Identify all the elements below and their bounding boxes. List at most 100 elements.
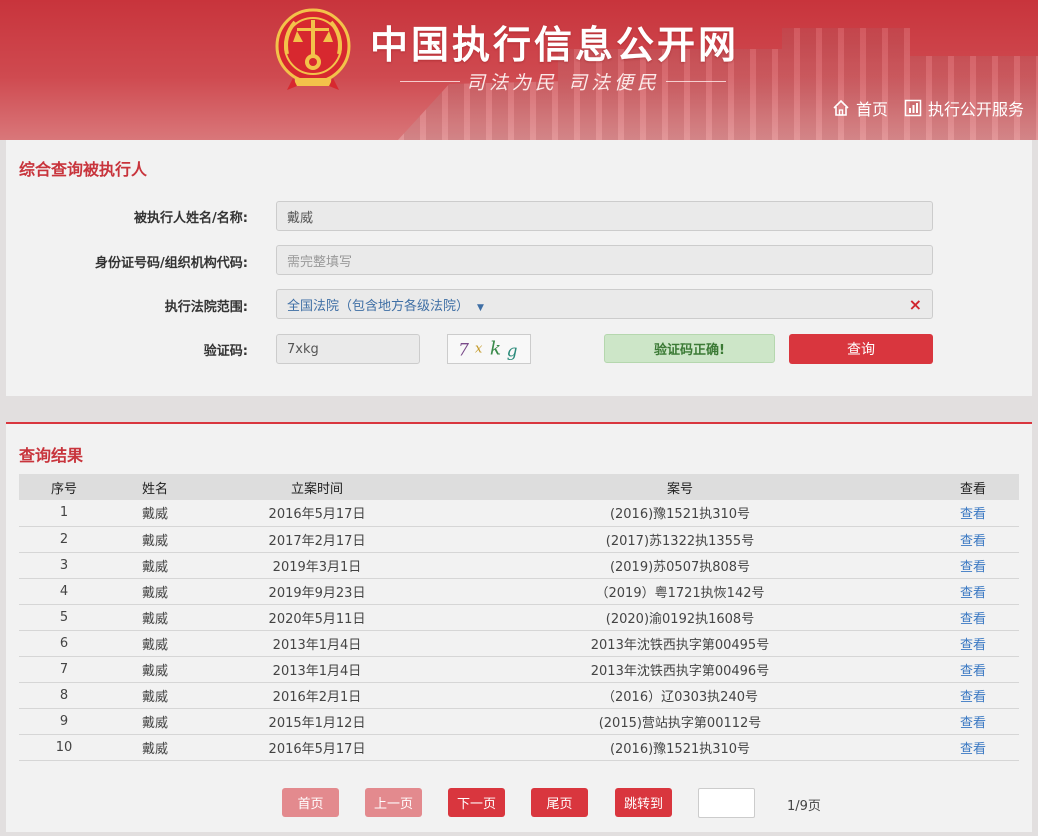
view-link[interactable]: 查看 — [927, 734, 1019, 761]
name-input-value: 戴威 — [287, 210, 314, 226]
court-label: 执行法院范围: — [164, 300, 248, 315]
cell-name: 戴威 — [109, 734, 201, 761]
results-table: 序号 姓名 立案时间 案号 查看 1 戴威 2016年5月17日 (2016)豫152… — [19, 474, 1019, 761]
cell-case-number: (2016)豫1521执310号 — [433, 500, 927, 527]
page-number-input[interactable] — [698, 788, 755, 818]
cell-no: 6 — [19, 630, 109, 657]
table-row: 2 戴威 2017年2月17日 (2017)苏1322执1355号 查看 — [19, 526, 1019, 553]
cell-name: 戴威 — [109, 526, 201, 553]
slogan: 司法为民 司法便民 — [400, 66, 727, 96]
slogan-rule-right — [666, 80, 727, 82]
col-header-case: 案号 — [433, 474, 927, 500]
cell-case-number: （2019）粤1721执恢142号 — [433, 578, 927, 605]
results-body: 1 戴威 2016年5月17日 (2016)豫1521执310号 查看 2 戴威 2017年2… — [19, 500, 1019, 761]
results-panel: 查询结果 序号 姓名 立案时间 案号 查看 1 戴威 2016年5月17日 (2016… — [6, 422, 1032, 832]
cell-date: 2019年3月1日 — [201, 552, 433, 579]
view-link[interactable]: 查看 — [927, 604, 1019, 631]
view-link[interactable]: 查看 — [927, 578, 1019, 605]
nav-home[interactable]: 首页 — [832, 96, 888, 120]
table-row: 8 戴威 2016年2月1日 （2016）辽0303执240号 查看 — [19, 682, 1019, 709]
query-button[interactable]: 查询 — [789, 334, 933, 364]
cell-date: 2016年5月17日 — [201, 500, 433, 527]
cell-name: 戴威 — [109, 682, 201, 709]
cell-case-number: (2017)苏1322执1355号 — [433, 526, 927, 553]
chart-icon — [904, 99, 922, 117]
cell-name: 戴威 — [109, 552, 201, 579]
cell-date: 2017年2月17日 — [201, 526, 433, 553]
cell-date: 2013年1月4日 — [201, 656, 433, 683]
captcha-char-4: g — [507, 340, 518, 360]
name-label: 被执行人姓名/名称: — [134, 211, 248, 226]
cell-name: 戴威 — [109, 578, 201, 605]
view-link[interactable]: 查看 — [927, 656, 1019, 683]
jump-button[interactable]: 跳转到 — [615, 788, 672, 817]
caret-down-icon: ▼ — [477, 302, 484, 313]
search-panel-title: 综合查询被执行人 — [19, 160, 148, 179]
view-link[interactable]: 查看 — [927, 552, 1019, 579]
captcha-char-1: 7 — [458, 340, 469, 360]
cell-no: 10 — [19, 734, 109, 761]
id-label: 身份证号码/组织机构代码: — [95, 256, 248, 271]
captcha-success-badge: 验证码正确! — [604, 334, 775, 363]
nav-execution-service[interactable]: 执行公开服务 — [904, 96, 1024, 120]
view-link[interactable]: 查看 — [927, 682, 1019, 709]
table-row: 9 戴威 2015年1月12日 (2015)营站执字第00112号 查看 — [19, 708, 1019, 735]
cell-name: 戴威 — [109, 656, 201, 683]
table-row: 1 戴威 2016年5月17日 (2016)豫1521执310号 查看 — [19, 500, 1019, 527]
view-link[interactable]: 查看 — [927, 500, 1019, 527]
cell-no: 2 — [19, 526, 109, 553]
slogan-text: 司法为民 司法便民 — [466, 71, 661, 94]
cell-name: 戴威 — [109, 630, 201, 657]
cell-date: 2020年5月11日 — [201, 604, 433, 631]
cell-case-number: (2020)渝0192执1608号 — [433, 604, 927, 631]
top-nav: 首页 执行公开服务 — [832, 96, 1024, 120]
cell-no: 7 — [19, 656, 109, 683]
cell-case-number: (2019)苏0507执808号 — [433, 552, 927, 579]
captcha-char-2: x — [475, 342, 483, 357]
cell-date: 2019年9月23日 — [201, 578, 433, 605]
site-header: 中国执行信息公开网 司法为民 司法便民 首页 执行公开服务 — [0, 0, 1038, 140]
cell-no: 1 — [19, 500, 109, 527]
court-range-value-wrap: 全国法院（包含地方各级法院） ▼ — [287, 295, 484, 314]
captcha-image[interactable]: 7 x k g — [447, 334, 531, 364]
id-number-placeholder: 需完整填写 — [287, 254, 353, 270]
captcha-label: 验证码: — [203, 344, 248, 359]
col-header-name: 姓名 — [109, 474, 201, 500]
next-page-button[interactable]: 下一页 — [448, 788, 505, 817]
view-link[interactable]: 查看 — [927, 526, 1019, 553]
court-range-select[interactable]: 全国法院（包含地方各级法院） ▼ × — [276, 289, 933, 319]
table-row: 7 戴威 2013年1月4日 2013年沈铁西执字第00496号 查看 — [19, 656, 1019, 683]
clear-icon[interactable]: × — [909, 295, 922, 314]
view-link[interactable]: 查看 — [927, 708, 1019, 735]
col-header-view: 查看 — [927, 474, 1019, 500]
cell-case-number: 2013年沈铁西执字第00496号 — [433, 656, 927, 683]
cell-no: 3 — [19, 552, 109, 579]
table-row: 4 戴威 2019年9月23日 （2019）粤1721执恢142号 查看 — [19, 578, 1019, 605]
name-input[interactable]: 戴威 — [276, 201, 933, 231]
cell-case-number: （2016）辽0303执240号 — [433, 682, 927, 709]
slogan-rule-left — [400, 80, 460, 82]
last-page-button[interactable]: 尾页 — [531, 788, 588, 817]
cell-case-number: (2015)营站执字第00112号 — [433, 708, 927, 735]
cell-no: 9 — [19, 708, 109, 735]
table-row: 3 戴威 2019年3月1日 (2019)苏0507执808号 查看 — [19, 552, 1019, 579]
col-header-no: 序号 — [19, 474, 109, 500]
court-emblem-logo — [275, 8, 351, 90]
cell-name: 戴威 — [109, 604, 201, 631]
table-header-row: 序号 姓名 立案时间 案号 查看 — [19, 474, 1019, 500]
table-row: 5 戴威 2020年5月11日 (2020)渝0192执1608号 查看 — [19, 604, 1019, 631]
id-number-input[interactable]: 需完整填写 — [276, 245, 933, 275]
first-page-button[interactable]: 首页 — [282, 788, 339, 817]
cell-date: 2016年5月17日 — [201, 734, 433, 761]
prev-page-button[interactable]: 上一页 — [365, 788, 422, 817]
results-panel-title: 查询结果 — [19, 446, 84, 465]
home-icon — [833, 99, 849, 116]
captcha-input[interactable]: 7xkg — [276, 334, 420, 364]
view-link[interactable]: 查看 — [927, 630, 1019, 657]
cell-case-number: (2016)豫1521执310号 — [433, 734, 927, 761]
nav-home-label: 首页 — [855, 100, 888, 119]
cell-no: 8 — [19, 682, 109, 709]
search-panel: 综合查询被执行人 被执行人姓名/名称: 戴威 身份证号码/组织机构代码: 需完整… — [6, 140, 1032, 396]
page-info: 1/9页 — [787, 799, 821, 814]
captcha-input-value: 7xkg — [287, 341, 319, 357]
